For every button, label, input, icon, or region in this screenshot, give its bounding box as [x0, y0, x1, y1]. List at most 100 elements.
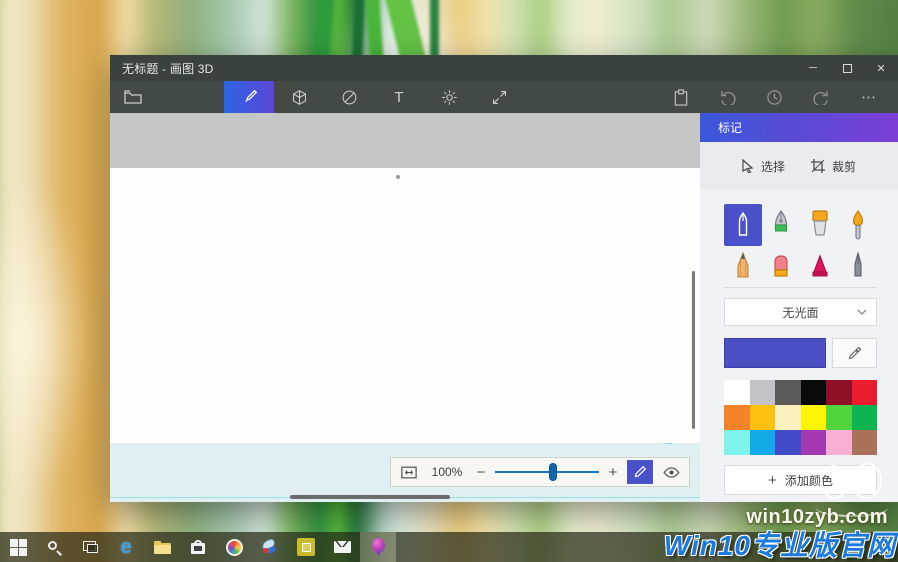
tab-3d-shapes[interactable]: [274, 81, 324, 113]
select-label: 选择: [761, 158, 785, 175]
edge-icon: e: [120, 537, 131, 557]
taskbar-paint3d-active[interactable]: [360, 532, 396, 562]
zoom-slider-track: [495, 471, 599, 473]
task-view-icon: [83, 541, 98, 553]
maximize-button[interactable]: [830, 55, 864, 81]
palette-swatch[interactable]: [750, 405, 776, 430]
brush-oil-brush[interactable]: [801, 204, 839, 246]
paint3d-balloon-icon: [371, 538, 386, 556]
eyedropper-button[interactable]: [832, 338, 877, 368]
palette-swatch[interactable]: [852, 405, 878, 430]
taskbar-file-explorer[interactable]: [144, 532, 180, 562]
brush-marker[interactable]: [724, 204, 762, 246]
minimize-button[interactable]: ─: [796, 55, 830, 81]
finish-value: 无光面: [782, 304, 818, 321]
menu-folder-icon[interactable]: [124, 90, 142, 104]
palette-swatch[interactable]: [724, 380, 750, 405]
toolbar: T ⋯: [110, 81, 898, 113]
taskbar-edge[interactable]: e: [108, 532, 144, 562]
finish-dropdown[interactable]: 无光面: [724, 298, 877, 326]
window-title: 无标题 - 画图 3D: [110, 60, 796, 77]
brush-calligraphy-pen[interactable]: [762, 204, 800, 246]
close-button[interactable]: ✕: [864, 55, 898, 81]
file-explorer-icon: [154, 541, 171, 554]
select-tool[interactable]: 选择: [742, 158, 785, 175]
tab-effects[interactable]: [424, 81, 474, 113]
palette-swatch[interactable]: [852, 380, 878, 405]
taskbar-paint-palette[interactable]: [216, 532, 252, 562]
mail-icon: [334, 541, 351, 553]
color-palette: [724, 380, 877, 455]
draw-mode-button[interactable]: [627, 460, 653, 484]
canvas-handle[interactable]: [396, 175, 400, 179]
panel-header: 标记: [700, 113, 898, 142]
palette-swatch[interactable]: [826, 430, 852, 455]
palette-swatch[interactable]: [775, 430, 801, 455]
feather-app-icon: [262, 539, 278, 555]
start-button[interactable]: [0, 532, 36, 562]
desktop: 无标题 - 画图 3D ─ ✕: [0, 0, 898, 562]
taskbar-mail[interactable]: [324, 532, 360, 562]
brush-watercolor[interactable]: [839, 204, 877, 246]
taskbar-store[interactable]: [180, 532, 216, 562]
watermark-site-name: Win10专业版官网: [664, 524, 896, 562]
tab-brushes[interactable]: [224, 81, 274, 113]
vertical-scrollbar[interactable]: [692, 271, 695, 429]
palette-swatch[interactable]: [826, 380, 852, 405]
horizontal-scrollbar[interactable]: [290, 495, 450, 499]
palette-swatch[interactable]: [801, 430, 827, 455]
task-view-button[interactable]: [72, 532, 108, 562]
paste-icon[interactable]: [657, 89, 704, 106]
plus-icon: +: [768, 472, 777, 489]
palette-swatch[interactable]: [724, 430, 750, 455]
search-icon: [48, 541, 61, 554]
palette-swatch[interactable]: [775, 405, 801, 430]
brush-eraser[interactable]: [762, 246, 800, 280]
redo-icon[interactable]: [798, 90, 845, 105]
store-icon: [191, 540, 205, 554]
zoom-slider-thumb[interactable]: [549, 463, 557, 481]
palette-swatch[interactable]: [852, 430, 878, 455]
maximize-icon: [843, 64, 852, 73]
zoom-slider[interactable]: [495, 460, 599, 484]
zoom-out-button[interactable]: −: [473, 464, 489, 481]
palette-swatch[interactable]: [750, 380, 776, 405]
palette-swatch[interactable]: [724, 405, 750, 430]
taskbar-search[interactable]: [36, 532, 72, 562]
add-color-button[interactable]: + 添加颜色: [724, 465, 877, 495]
view-mode-eye-icon[interactable]: [659, 460, 683, 484]
taskbar-yellow-app[interactable]: [288, 532, 324, 562]
tab-2d-shapes[interactable]: [324, 81, 374, 113]
palette-swatch[interactable]: [801, 380, 827, 405]
divider: [724, 287, 877, 288]
crop-tool[interactable]: 裁剪: [811, 158, 856, 175]
tab-canvas[interactable]: [474, 81, 524, 113]
brush-crayon[interactable]: [801, 246, 839, 280]
paint-palette-icon: [226, 539, 243, 556]
history-icon[interactable]: [751, 89, 798, 106]
palette-swatch[interactable]: [750, 430, 776, 455]
workspace[interactable]: 100% − +: [110, 113, 700, 502]
taskbar-feather-app[interactable]: [252, 532, 288, 562]
zoom-in-button[interactable]: +: [605, 464, 621, 481]
tab-text[interactable]: T: [374, 81, 424, 113]
panel-title: 标记: [718, 119, 742, 136]
zoom-bar: 100% − +: [390, 457, 690, 487]
palette-swatch[interactable]: [826, 405, 852, 430]
undo-icon[interactable]: [704, 90, 751, 105]
palette-swatch[interactable]: [801, 405, 827, 430]
add-color-label: 添加颜色: [785, 472, 833, 489]
more-icon[interactable]: ⋯: [845, 88, 892, 106]
brush-pencil[interactable]: [724, 246, 762, 280]
paint3d-window: 无标题 - 画图 3D ─ ✕: [110, 55, 898, 502]
crop-label: 裁剪: [832, 158, 856, 175]
titlebar[interactable]: 无标题 - 画图 3D ─ ✕: [110, 55, 898, 81]
brush-pixel-pen[interactable]: [839, 246, 877, 280]
windows-logo-icon: [10, 539, 27, 556]
palette-swatch[interactable]: [775, 380, 801, 405]
workspace-background: [110, 113, 700, 168]
current-color-swatch[interactable]: [724, 338, 826, 368]
yellow-app-icon: [297, 538, 315, 556]
drawing-canvas[interactable]: [110, 168, 700, 443]
fit-to-screen-icon[interactable]: [397, 460, 421, 484]
